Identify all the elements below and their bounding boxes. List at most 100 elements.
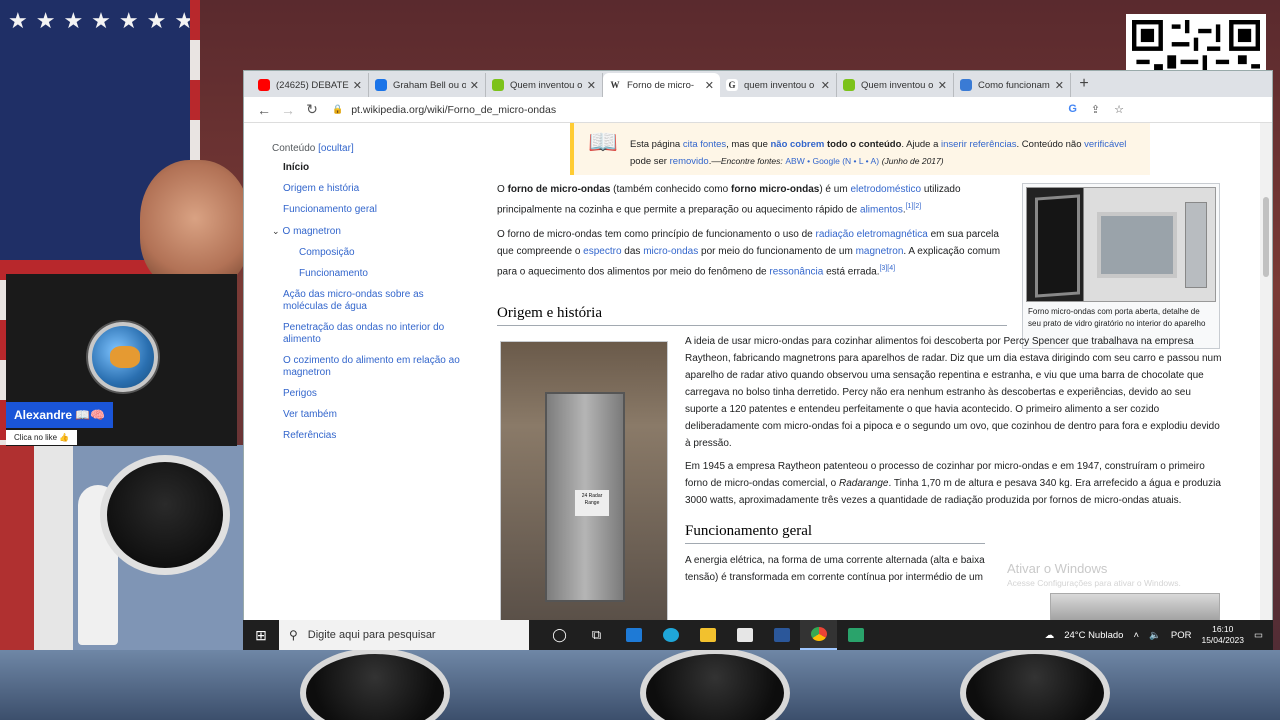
tab-close-icon[interactable]: ✕: [821, 79, 830, 92]
browser-tab[interactable]: Como funcionam ✕: [954, 73, 1071, 97]
toc-item[interactable]: ⌄ O magnetron: [272, 225, 462, 238]
toc-item-label: Perigos: [283, 388, 317, 399]
article-link[interactable]: energia elétrica: [694, 555, 762, 566]
volume-icon[interactable]: 🔈: [1149, 630, 1161, 641]
back-button[interactable]: ←: [252, 102, 276, 118]
chevron-down-icon[interactable]: ⌄: [272, 226, 280, 236]
tab-favicon-icon: [492, 79, 504, 91]
toc-item[interactable]: Ação das micro-ondas sobre as moléculas …: [283, 289, 462, 313]
address-bar[interactable]: 🔒 pt.wikipedia.org/wiki/Forno_de_micro-o…: [332, 100, 1068, 120]
toc-item[interactable]: Origem e história: [283, 183, 462, 195]
notice-link[interactable]: removido: [670, 156, 709, 167]
language-indicator[interactable]: POR: [1171, 630, 1192, 641]
weather-text[interactable]: 24°C Nublado: [1064, 630, 1123, 641]
browser-tab[interactable]: Graham Bell ou o ✕: [369, 73, 486, 97]
microwave-photo[interactable]: [1026, 187, 1216, 302]
article-link[interactable]: radiação eletromagnética: [816, 229, 928, 240]
article-link[interactable]: corrente alternada: [846, 555, 927, 566]
browser-tab[interactable]: Quem inventou o ✕: [486, 73, 603, 97]
notification-icon[interactable]: ▭: [1254, 630, 1263, 641]
task-view-icon[interactable]: ⧉: [578, 620, 615, 650]
article-link[interactable]: corrente contínua: [808, 572, 886, 583]
notice-link[interactable]: inserir referências: [941, 139, 1017, 150]
chevron-up-icon[interactable]: ˄: [1133, 630, 1139, 641]
page-scrollbar[interactable]: [1260, 123, 1272, 621]
article-link[interactable]: eletrodoméstico: [850, 184, 921, 195]
toc-item[interactable]: Referências: [283, 430, 462, 442]
open-book-icon: 📖: [588, 129, 618, 156]
word-icon[interactable]: [763, 620, 800, 650]
article-link[interactable]: alimentos: [860, 204, 903, 215]
article-link[interactable]: radar: [922, 353, 945, 364]
secondary-image[interactable]: [1050, 593, 1220, 621]
article-link[interactable]: Raytheon: [685, 353, 728, 364]
tab-bar: (24625) DEBATE ✕ Graham Bell ou o ✕ Quem inv…: [244, 71, 1272, 97]
article-link[interactable]: micro-ondas: [643, 246, 698, 257]
tab-close-icon[interactable]: ✕: [1055, 79, 1064, 92]
article-link[interactable]: 1947: [1077, 461, 1099, 472]
article-link[interactable]: patentes: [749, 404, 787, 415]
reference-link[interactable]: [1][2]: [906, 203, 922, 210]
article-link[interactable]: 1945: [703, 461, 725, 472]
browser-tab[interactable]: Quem inventou o ✕: [837, 73, 954, 97]
cortana-icon[interactable]: ◯: [541, 620, 578, 650]
clock[interactable]: 16:10 15/04/2023: [1201, 624, 1244, 646]
article-link[interactable]: Percy Spencer: [1004, 336, 1070, 347]
toc-item[interactable]: Composição: [299, 247, 462, 259]
toc-hide-link[interactable]: [ocultar]: [318, 143, 354, 154]
weather-icon[interactable]: ☁: [1045, 630, 1055, 641]
mail-icon[interactable]: [615, 620, 652, 650]
radarange-photo[interactable]: 24 Radar Range: [500, 341, 668, 621]
chrome-icon[interactable]: [800, 620, 837, 650]
infobox-image[interactable]: Forno micro-ondas com porta aberta, deta…: [1022, 183, 1220, 349]
tab-close-icon[interactable]: ✕: [587, 79, 596, 92]
google-lens-icon[interactable]: G: [1068, 103, 1077, 116]
tab-close-icon[interactable]: ✕: [938, 79, 947, 92]
lock-icon[interactable]: 🔒: [332, 104, 343, 115]
new-tab-button[interactable]: +: [1071, 73, 1097, 97]
toc-item[interactable]: Perigos: [283, 388, 462, 400]
toc-item[interactable]: O cozimento do alimento em relação ao ma…: [283, 355, 462, 379]
infobox-caption: Forno micro-ondas com porta aberta, deta…: [1028, 307, 1206, 328]
notice-link[interactable]: cita fontes: [683, 139, 726, 150]
toc-item[interactable]: Início: [283, 162, 462, 174]
article-link[interactable]: magnetron: [856, 246, 904, 257]
toc-item-label: O cozimento do alimento em relação ao ma…: [283, 355, 460, 378]
toc-item[interactable]: Funcionamento: [299, 268, 462, 280]
toc-item[interactable]: Penetração das ondas no interior do alim…: [283, 322, 462, 346]
tab-favicon-icon: [960, 79, 972, 91]
edge-icon[interactable]: [652, 620, 689, 650]
windows-start-icon[interactable]: ⊞: [243, 627, 279, 644]
origin-paragraph-1: A ideia de usar micro-ondas para cozinha…: [685, 336, 1222, 449]
forward-button[interactable]: →: [276, 102, 300, 118]
browser-tab[interactable]: Gquem inventou o ✕: [720, 73, 837, 97]
store-icon[interactable]: [726, 620, 763, 650]
article-link[interactable]: forno: [685, 478, 708, 489]
notice-link[interactable]: verificável: [1084, 139, 1126, 150]
article-link[interactable]: Percy: [842, 387, 868, 398]
browser-window: (24625) DEBATE ✕ Graham Bell ou o ✕ Quem inv…: [243, 70, 1273, 622]
find-sources-links[interactable]: ABW • Google (N • L • A): [785, 156, 879, 166]
tab-close-icon[interactable]: ✕: [470, 79, 479, 92]
bookmark-star-icon[interactable]: ☆: [1114, 103, 1124, 116]
browser-tab[interactable]: (24625) DEBATE ✕: [252, 73, 369, 97]
toc-item-label: O magnetron: [282, 226, 341, 237]
share-icon[interactable]: ⇪: [1091, 103, 1100, 116]
taskbar-search[interactable]: ⚲ Digite aqui para pesquisar: [279, 620, 529, 650]
citation-notice: 📖 Esta página cita fontes, mas que não c…: [570, 123, 1150, 175]
toc-item-label: Funcionamento: [299, 268, 368, 279]
article-link[interactable]: Raytheon: [778, 461, 821, 472]
file-explorer-icon[interactable]: [689, 620, 726, 650]
tab-close-icon[interactable]: ✕: [705, 79, 714, 92]
browser-tab[interactable]: W Forno de micro- ✕: [603, 73, 720, 97]
toc-item[interactable]: Funcionamento geral: [283, 204, 462, 216]
reload-button[interactable]: ↻: [300, 101, 324, 118]
tab-favicon-icon: [375, 79, 387, 91]
article-link[interactable]: ressonância: [769, 267, 823, 278]
tab-close-icon[interactable]: ✕: [353, 79, 362, 92]
reference-link[interactable]: [3][4]: [879, 265, 895, 272]
toc-item[interactable]: Ver também: [283, 409, 462, 421]
article-link[interactable]: espectro: [583, 246, 621, 257]
notice-link[interactable]: não cobrem: [771, 139, 825, 150]
app-icon[interactable]: [837, 620, 874, 650]
